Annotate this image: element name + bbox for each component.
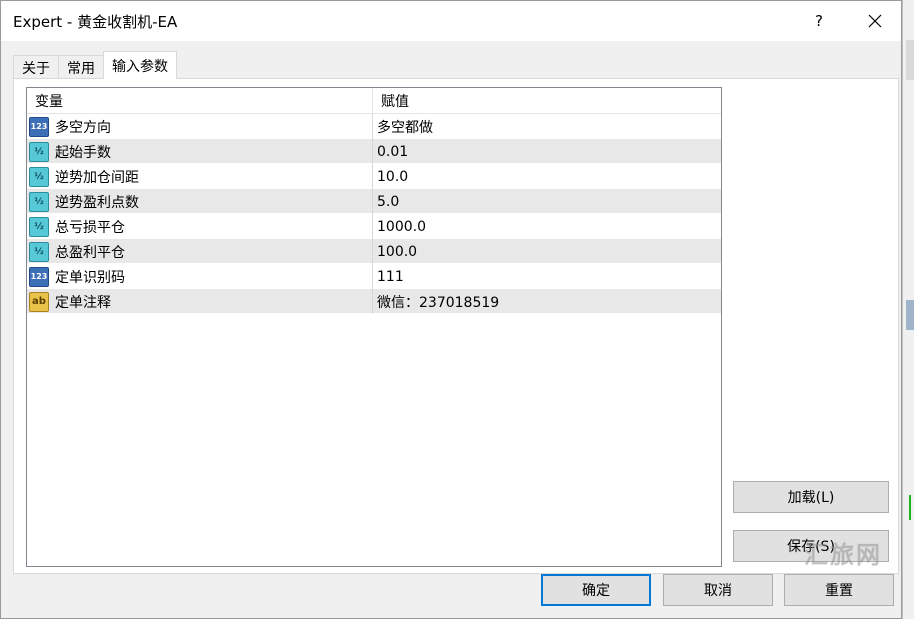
parent-window-chart-bar (909, 495, 911, 520)
expert-dialog: Expert - 黄金收割机-EA ? 关于 常用 输入参数 变量 赋值 123… (0, 0, 902, 619)
variable-cell: ½ 逆势加仓间距 (27, 164, 373, 189)
grid-header: 变量 赋值 (27, 88, 721, 114)
value-cell[interactable]: 111 (373, 264, 721, 289)
value-cell[interactable]: 5.0 (373, 189, 721, 214)
string-icon: ab (29, 291, 49, 312)
parent-window-edge (902, 0, 914, 619)
double-icon: ½ (29, 191, 49, 212)
value-cell[interactable]: 多空都做 (373, 114, 721, 139)
variable-name: 逆势盈利点数 (55, 194, 139, 211)
double-icon: ½ (29, 166, 49, 187)
load-button[interactable]: 加载(L) (733, 481, 889, 513)
watermark-logo: 汇旅网 (804, 540, 882, 569)
variable-name: 逆势加仓间距 (55, 169, 139, 186)
double-icon: ½ (29, 216, 49, 237)
tab-about[interactable]: 关于 (13, 55, 59, 79)
value-cell[interactable]: 10.0 (373, 164, 721, 189)
window-title: Expert - 黄金收割机-EA (13, 13, 178, 31)
table-row[interactable]: ab 定单注释 微信：237018519 (27, 289, 721, 314)
variable-cell: ½ 总亏损平仓 (27, 214, 373, 239)
reset-button[interactable]: 重置 (784, 574, 894, 606)
variable-name: 总盈利平仓 (55, 244, 125, 261)
variable-cell: 123 多空方向 (27, 114, 373, 139)
variable-name: 多空方向 (55, 119, 111, 136)
close-icon (868, 14, 882, 28)
column-header-value[interactable]: 赋值 (373, 88, 721, 114)
double-icon: ½ (29, 241, 49, 262)
help-button[interactable]: ? (797, 4, 841, 38)
variable-cell: ½ 起始手数 (27, 139, 373, 164)
dialog-client: 关于 常用 输入参数 变量 赋值 123 多空方向 多空都做 ½ 起始手数 0.… (1, 41, 901, 618)
table-row[interactable]: ½ 总亏损平仓 1000.0 (27, 214, 721, 239)
variable-name: 定单识别码 (55, 269, 125, 286)
title-bar[interactable]: Expert - 黄金收割机-EA ? (1, 1, 901, 41)
parameters-grid: 变量 赋值 123 多空方向 多空都做 ½ 起始手数 0.01 ½ 逆势加仓间距… (26, 87, 722, 567)
variable-name: 定单注释 (55, 294, 111, 311)
double-icon: ½ (29, 141, 49, 162)
variable-name: 总亏损平仓 (55, 219, 125, 236)
column-header-variable[interactable]: 变量 (27, 88, 373, 114)
variable-cell: ½ 总盈利平仓 (27, 239, 373, 264)
value-cell[interactable]: 1000.0 (373, 214, 721, 239)
int-icon: 123 (29, 116, 49, 137)
cancel-button[interactable]: 取消 (663, 574, 773, 606)
tab-strip: 关于 常用 输入参数 (13, 51, 177, 79)
table-row[interactable]: 123 定单识别码 111 (27, 264, 721, 289)
grid-rows: 123 多空方向 多空都做 ½ 起始手数 0.01 ½ 逆势加仓间距 10.0 … (27, 114, 721, 314)
inputs-tab-panel: 变量 赋值 123 多空方向 多空都做 ½ 起始手数 0.01 ½ 逆势加仓间距… (13, 78, 899, 574)
variable-cell: ½ 逆势盈利点数 (27, 189, 373, 214)
table-row[interactable]: ½ 逆势盈利点数 5.0 (27, 189, 721, 214)
variable-cell: ab 定单注释 (27, 289, 373, 314)
variable-cell: 123 定单识别码 (27, 264, 373, 289)
table-row[interactable]: ½ 总盈利平仓 100.0 (27, 239, 721, 264)
parent-window-block (906, 40, 914, 80)
tab-common[interactable]: 常用 (58, 55, 104, 79)
value-cell[interactable]: 100.0 (373, 239, 721, 264)
int-icon: 123 (29, 266, 49, 287)
value-cell[interactable]: 0.01 (373, 139, 721, 164)
table-row[interactable]: ½ 逆势加仓间距 10.0 (27, 164, 721, 189)
close-button[interactable] (853, 4, 897, 38)
table-row[interactable]: ½ 起始手数 0.01 (27, 139, 721, 164)
table-row[interactable]: 123 多空方向 多空都做 (27, 114, 721, 139)
value-cell[interactable]: 微信：237018519 (373, 289, 721, 314)
tab-inputs[interactable]: 输入参数 (103, 51, 177, 79)
variable-name: 起始手数 (55, 144, 111, 161)
ok-button[interactable]: 确定 (541, 574, 651, 606)
parent-window-block (906, 300, 914, 330)
